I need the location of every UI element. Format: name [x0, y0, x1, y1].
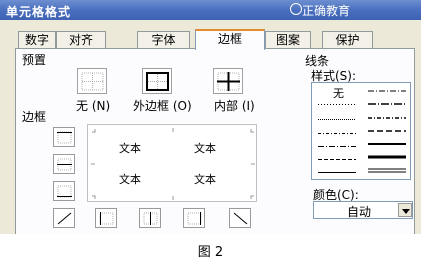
- border-bottom-button[interactable]: [53, 181, 75, 201]
- title-bar: 单元格格式 正确教育: [0, 0, 421, 20]
- border-top-button[interactable]: [53, 127, 75, 147]
- border-diagonal-down-icon: [233, 212, 248, 225]
- preset-inside-button[interactable]: [213, 68, 243, 94]
- border-middle-horizontal-icon: [57, 158, 72, 171]
- border-left-button[interactable]: [95, 208, 117, 228]
- presets-label: 预置: [22, 53, 47, 67]
- preset-outline-icon: [146, 72, 169, 91]
- border-diagonal-up-button[interactable]: [53, 208, 75, 228]
- preview-cell-text: 文本: [194, 142, 216, 155]
- watermark-text: 正确教育: [302, 4, 351, 18]
- figure-caption: 图 2: [197, 245, 224, 260]
- border-label: 边框: [22, 110, 47, 124]
- border-diagonal-down-button[interactable]: [229, 208, 251, 228]
- preset-inside-label: 内部 (I): [214, 99, 255, 113]
- border-preview-area[interactable]: 文本 文本 文本 文本: [87, 124, 257, 202]
- tab-font[interactable]: 字体: [137, 31, 190, 49]
- color-dropdown-button[interactable]: [398, 203, 412, 217]
- tab-patterns[interactable]: 图案: [265, 31, 311, 49]
- tab-protection[interactable]: 保护: [322, 31, 373, 49]
- preset-none-icon: [81, 72, 104, 91]
- tab-alignment[interactable]: 对齐: [56, 31, 106, 49]
- preset-none-button[interactable]: [77, 68, 107, 94]
- tab-number[interactable]: 数字: [18, 31, 56, 49]
- border-bottom-icon: [57, 185, 72, 198]
- border-top-icon: [57, 131, 72, 144]
- color-dropdown[interactable]: 自动: [313, 201, 413, 219]
- preset-inside-icon: [217, 72, 240, 91]
- chevron-down-icon: [402, 209, 410, 214]
- border-middle-horizontal-button[interactable]: [53, 154, 75, 174]
- border-left-icon: [99, 212, 114, 225]
- border-diagonal-up-icon: [57, 212, 72, 225]
- preset-outline-label: 外边框 (O): [133, 99, 192, 113]
- preset-outline-button[interactable]: [142, 68, 172, 94]
- border-middle-vertical-button[interactable]: [139, 208, 161, 228]
- line-style-swatches: [318, 90, 406, 173]
- window-title: 单元格格式: [6, 5, 72, 19]
- border-right-button[interactable]: [183, 208, 205, 228]
- tab-border[interactable]: 边框: [195, 29, 265, 50]
- preview-cell-text: 文本: [194, 173, 216, 186]
- preset-none-label: 无 (N): [76, 99, 111, 113]
- watermark-logo-icon: [290, 3, 302, 15]
- line-style-list[interactable]: 无: [311, 82, 411, 180]
- border-right-icon: [187, 212, 202, 225]
- preview-cell-text: 文本: [119, 173, 141, 186]
- preview-corner-marks: [91, 128, 255, 200]
- border-middle-vertical-icon: [143, 212, 158, 225]
- color-selected-value: 自动: [346, 205, 371, 219]
- preview-cell-text: 文本: [119, 142, 141, 155]
